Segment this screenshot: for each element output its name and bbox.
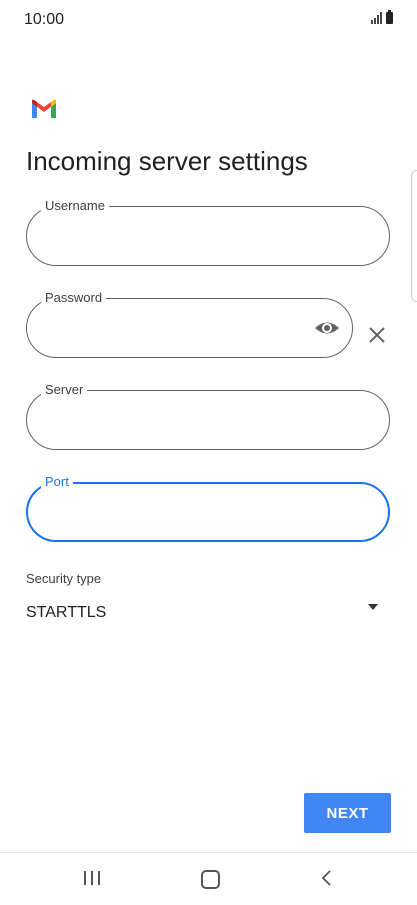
port-label: Port [41,474,73,489]
close-icon[interactable] [366,324,388,346]
status-icons [371,10,393,24]
scroll-handle[interactable] [411,170,417,302]
password-input[interactable] [45,317,308,337]
battery-icon [386,10,393,24]
page-title: Incoming server settings [26,146,308,176]
username-field[interactable]: Username [26,198,390,266]
username-input[interactable] [45,225,371,245]
security-type-label: Security type [26,571,102,586]
home-icon[interactable] [201,870,220,889]
eye-icon[interactable] [314,317,340,339]
status-bar: 10:00 [0,0,417,40]
server-label: Server [41,382,88,397]
dropdown-arrow-icon [368,604,378,610]
gmail-logo-icon [32,99,56,118]
next-button[interactable]: NEXT [304,793,391,833]
signal-icon [371,12,382,24]
back-icon[interactable] [318,869,336,887]
port-field[interactable]: Port [26,474,390,542]
password-label: Password [41,290,107,305]
security-type-value: STARTTLS [26,604,107,621]
status-time: 10:00 [24,11,65,28]
password-field[interactable]: Password [26,290,353,358]
port-input[interactable] [46,502,370,522]
recents-icon[interactable] [84,871,100,885]
navigation-bar [0,852,417,905]
server-input[interactable] [45,409,371,429]
security-type-select[interactable]: STARTTLS [26,596,390,630]
server-field[interactable]: Server [26,382,390,450]
username-label: Username [41,198,109,213]
